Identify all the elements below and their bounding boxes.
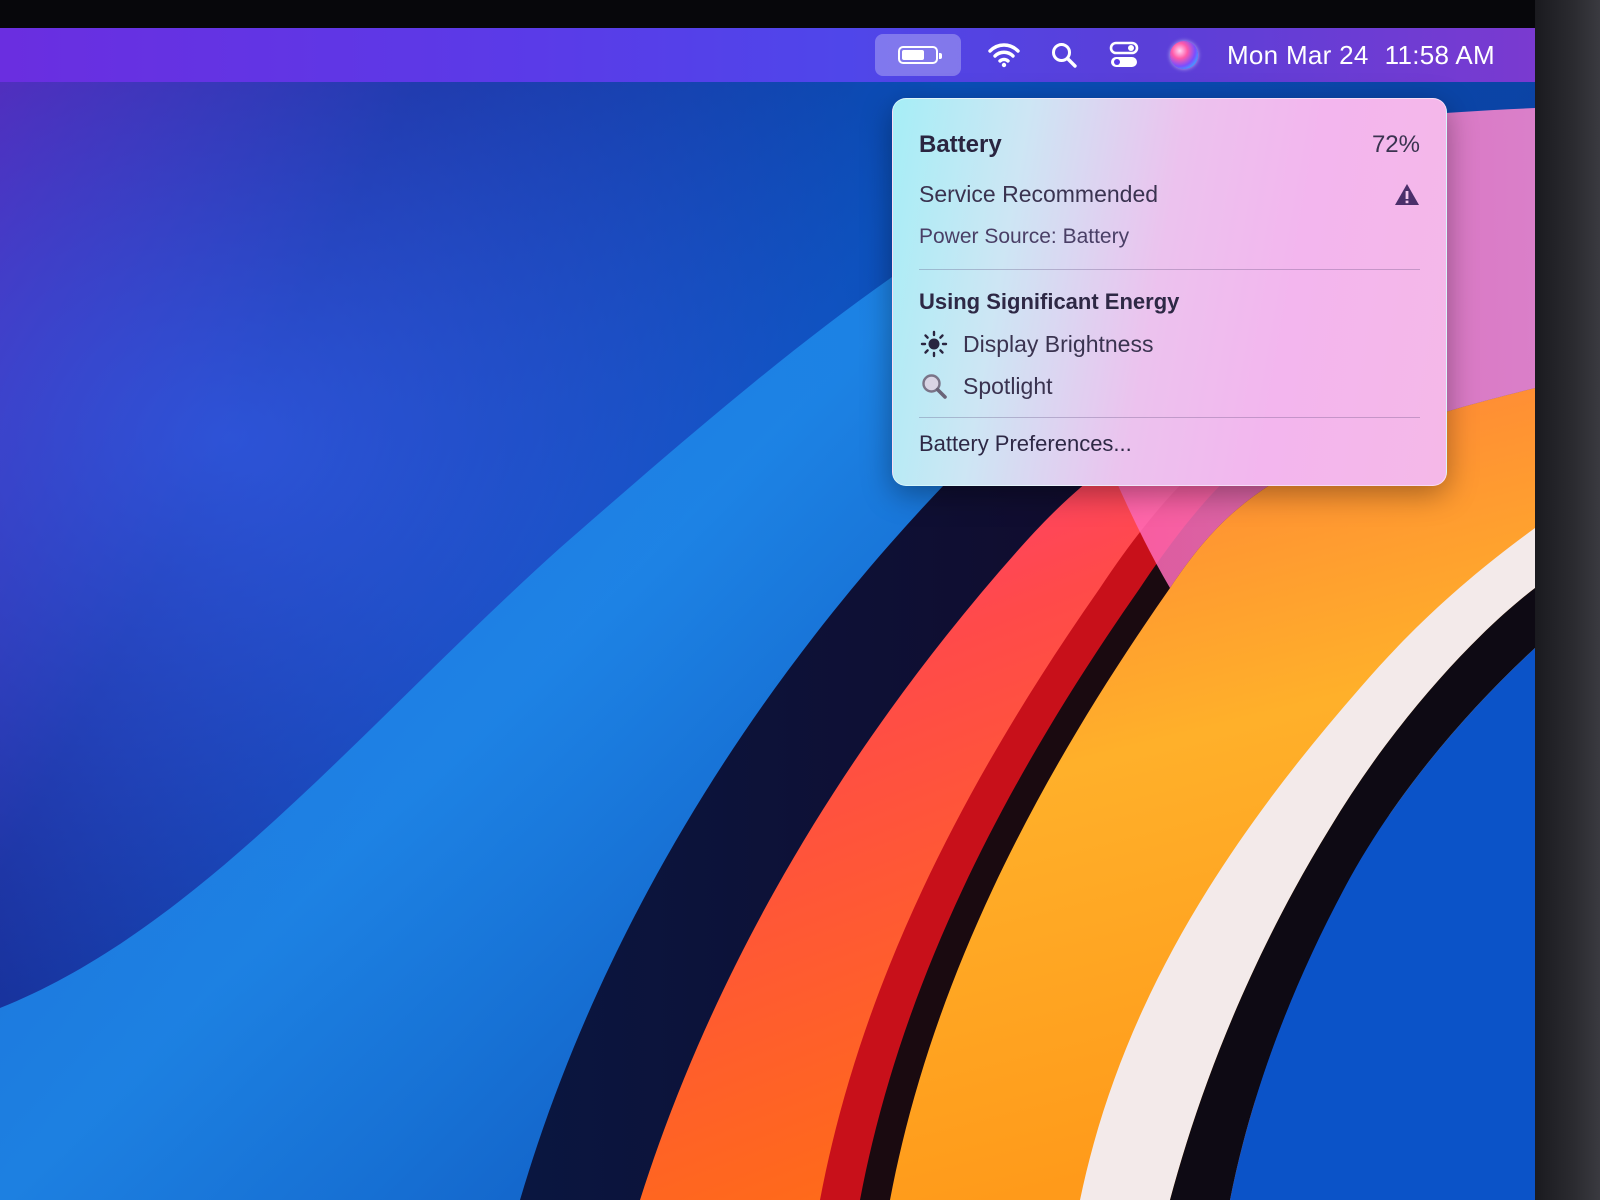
clock-time: 11:58 AM (1384, 39, 1495, 70)
menu-divider (919, 269, 1420, 270)
energy-app-label: Spotlight (963, 372, 1053, 399)
sun-icon (919, 329, 949, 359)
energy-app-display-brightness[interactable]: Display Brightness (919, 329, 1420, 359)
battery-preferences-item[interactable]: Battery Preferences... (919, 431, 1420, 457)
battery-icon (897, 46, 942, 64)
magnifier-icon (919, 371, 949, 401)
screen-bezel-top (0, 0, 1600, 28)
menu-bar-extras: Mon Mar 24 11:58 AM (874, 28, 1495, 82)
control-center-icon[interactable] (1107, 38, 1141, 72)
battery-level-fill (901, 50, 924, 60)
power-source-row: Power Source: Battery (919, 225, 1420, 249)
battery-preferences-label: Battery Preferences... (919, 431, 1132, 456)
menu-bar: Mon Mar 24 11:58 AM (0, 28, 1535, 82)
battery-menu: Battery 72% Service Recommended Power So… (892, 98, 1447, 486)
battery-menu-header: Battery 72% (919, 131, 1420, 159)
energy-section-title: Using Significant Energy (919, 289, 1180, 314)
warning-icon (1395, 183, 1419, 205)
energy-section-header: Using Significant Energy (919, 289, 1420, 315)
service-row: Service Recommended (919, 181, 1420, 208)
spotlight-search-icon[interactable] (1047, 38, 1081, 72)
clock-date: Mon Mar 24 (1226, 39, 1369, 70)
battery-menu-title: Battery (919, 131, 1002, 158)
screen-bezel-right (1535, 0, 1600, 1200)
menu-divider (919, 417, 1420, 418)
battery-status-item[interactable] (874, 34, 961, 76)
menu-bar-clock[interactable]: Mon Mar 24 11:58 AM (1227, 40, 1495, 71)
desktop: Mon Mar 24 11:58 AM Battery 72% Service … (0, 28, 1535, 1200)
power-source: Power Source: Battery (919, 225, 1130, 248)
service-status: Service Recommended (919, 181, 1159, 207)
energy-app-spotlight[interactable]: Spotlight (919, 371, 1420, 401)
siri-icon[interactable] (1167, 38, 1201, 72)
battery-percent: 72% (1371, 131, 1420, 158)
wifi-icon[interactable] (987, 38, 1021, 72)
energy-app-label: Display Brightness (963, 330, 1154, 357)
